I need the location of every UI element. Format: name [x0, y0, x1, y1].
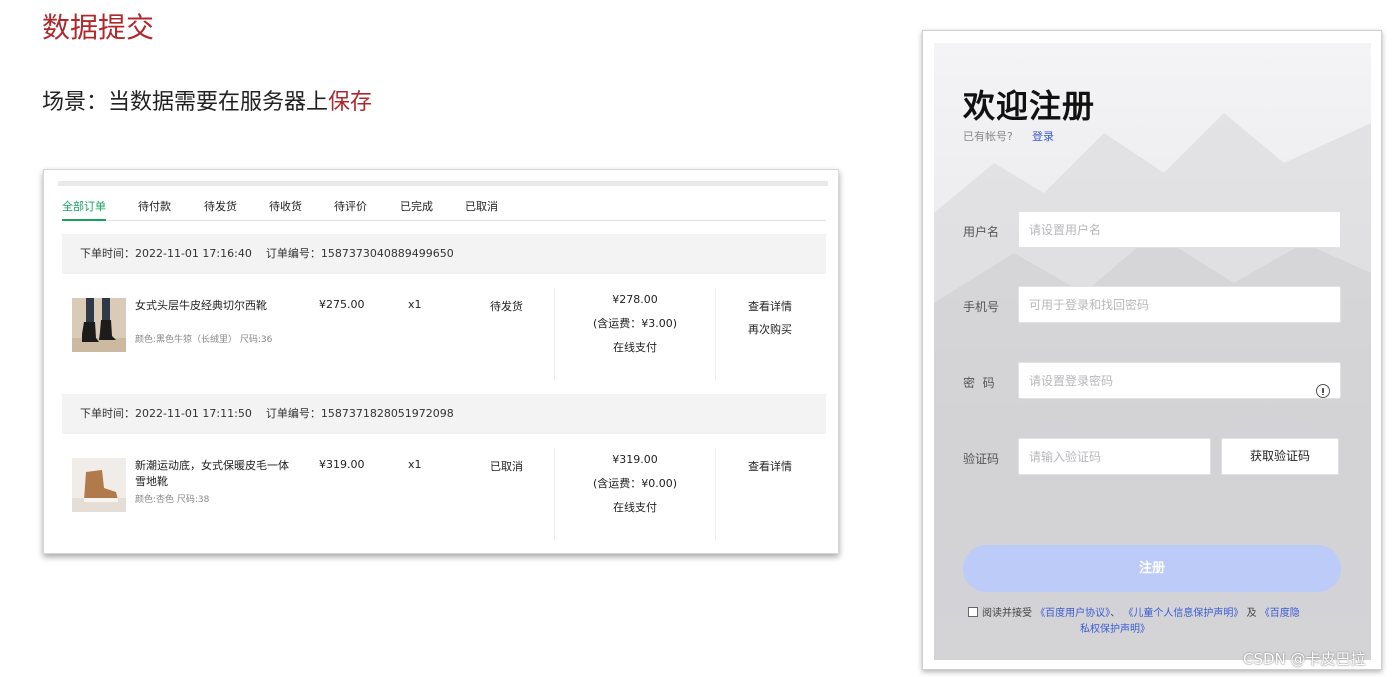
- order-list-panel: 全部订单 待付款 待发货 待收货 待评价 已完成 已取消 下单时间：2022-1…: [43, 169, 839, 554]
- child-privacy-link[interactable]: 《儿童个人信息保护声明》: [1123, 608, 1243, 619]
- buy-again-link[interactable]: 再次购买: [748, 321, 792, 337]
- watermark: CSDN @卡皮巴拉: [1243, 650, 1366, 668]
- order-number: 订单编号：1587373040889499650: [265, 247, 454, 260]
- quantity: x1: [408, 458, 422, 471]
- order-status: 已取消: [490, 460, 523, 473]
- scene-highlight: 保存: [328, 90, 373, 115]
- unit-price: ¥319.00: [319, 458, 365, 471]
- product-attributes: 颜色:黑色牛猄（长绒里） 尺码:36: [135, 335, 273, 345]
- agree-and: 及: [1246, 608, 1257, 619]
- panel-top-bar: [58, 181, 828, 186]
- boot-tan-image[interactable]: [72, 458, 126, 512]
- checkbox-icon[interactable]: [968, 607, 978, 617]
- verification-code-input[interactable]: [1018, 438, 1211, 475]
- slide-title: 数据提交: [42, 11, 155, 44]
- tab-completed[interactable]: 已完成: [400, 200, 433, 221]
- register-form: 欢迎注册 已有帐号? 登录 用户名 手机号 密 码 验证码 获取验证码 注册 阅…: [934, 43, 1371, 660]
- order-total: ¥278.00: [612, 293, 658, 306]
- payment-method: 在线支付: [613, 341, 657, 354]
- payment-column: ¥319.00 (含运费：¥0.00) 在线支付: [554, 448, 716, 540]
- tab-pending-review[interactable]: 待评价: [334, 200, 367, 221]
- payment-column: ¥278.00 (含运费：¥3.00) 在线支付: [554, 288, 716, 380]
- order-total: ¥319.00: [612, 453, 658, 466]
- shipping-fee: (含运费：¥3.00): [592, 317, 678, 330]
- agree-separator: 、: [1110, 608, 1121, 619]
- agreement: 阅读并接受 《百度用户协议》、 《儿童个人信息保护声明》 及 《百度隐 私权保护…: [968, 606, 1346, 638]
- payment-method: 在线支付: [613, 501, 657, 514]
- order-status: 待发货: [490, 300, 523, 313]
- register-title: 欢迎注册: [963, 87, 1096, 125]
- password-input[interactable]: [1018, 362, 1341, 399]
- order-tabs: 全部订单 待付款 待发货 待收货 待评价 已完成 已取消: [62, 200, 826, 221]
- quantity: x1: [408, 298, 422, 311]
- shipping-fee: (含运费：¥0.00): [592, 477, 678, 490]
- tab-all-orders[interactable]: 全部订单: [62, 200, 106, 221]
- privacy-link-cont[interactable]: 私权保护声明》: [968, 622, 1346, 638]
- login-link[interactable]: 登录: [1032, 128, 1054, 144]
- code-label: 验证码: [963, 452, 1000, 466]
- tab-pending-shipment[interactable]: 待发货: [204, 200, 237, 221]
- username-input[interactable]: [1018, 211, 1341, 248]
- agree-prefix: 阅读并接受: [982, 608, 1032, 619]
- order-number: 订单编号：1587371828051972098: [265, 407, 454, 420]
- unit-price: ¥275.00: [319, 298, 365, 311]
- order-header: 下单时间：2022-11-01 17:16:40 订单编号：15873730408…: [62, 234, 826, 274]
- order-row: 女式头层牛皮经典切尔西靴 颜色:黑色牛猄（长绒里） 尺码:36 ¥275.00 …: [62, 274, 826, 384]
- username-label: 用户名: [963, 225, 1000, 239]
- phone-label: 手机号: [963, 300, 1000, 314]
- tab-pending-payment[interactable]: 待付款: [138, 200, 171, 221]
- order-row: 新潮运动底，女式保暖皮毛一体雪地靴 颜色:杏色 尺码:38 ¥319.00 x1…: [62, 434, 826, 544]
- phone-input[interactable]: [1018, 286, 1341, 323]
- get-code-button[interactable]: 获取验证码: [1221, 438, 1339, 475]
- scene-prefix: 场景：当数据需要在服务器上: [42, 90, 329, 115]
- order-time: 下单时间：2022-11-01 17:16:40: [80, 247, 252, 260]
- order-time: 下单时间：2022-11-01 17:11:50: [80, 407, 252, 420]
- order-header: 下单时间：2022-11-01 17:11:50 订单编号：15873718280…: [62, 394, 826, 434]
- view-details-link[interactable]: 查看详情: [748, 298, 792, 314]
- privacy-link[interactable]: 《百度隐: [1260, 608, 1300, 619]
- have-account-text: 已有帐号?: [963, 130, 1013, 143]
- register-button[interactable]: 注册: [963, 545, 1341, 592]
- password-label: 密 码: [963, 376, 995, 390]
- register-panel: 欢迎注册 已有帐号? 登录 用户名 手机号 密 码 验证码 获取验证码 注册 阅…: [922, 30, 1382, 670]
- view-details-link[interactable]: 查看详情: [748, 458, 792, 474]
- user-agreement-link[interactable]: 《百度用户协议》: [1035, 608, 1110, 619]
- product-name[interactable]: 女式头层牛皮经典切尔西靴: [135, 298, 305, 314]
- boot-black-image[interactable]: [72, 298, 126, 352]
- password-visibility-icon[interactable]: [1316, 384, 1330, 398]
- tab-pending-receipt[interactable]: 待收货: [269, 200, 302, 221]
- scene-text: 场景：当数据需要在服务器上保存: [42, 84, 372, 116]
- product-attributes: 颜色:杏色 尺码:38: [135, 495, 210, 505]
- product-name[interactable]: 新潮运动底，女式保暖皮毛一体雪地靴: [135, 458, 297, 490]
- tab-cancelled[interactable]: 已取消: [465, 200, 498, 221]
